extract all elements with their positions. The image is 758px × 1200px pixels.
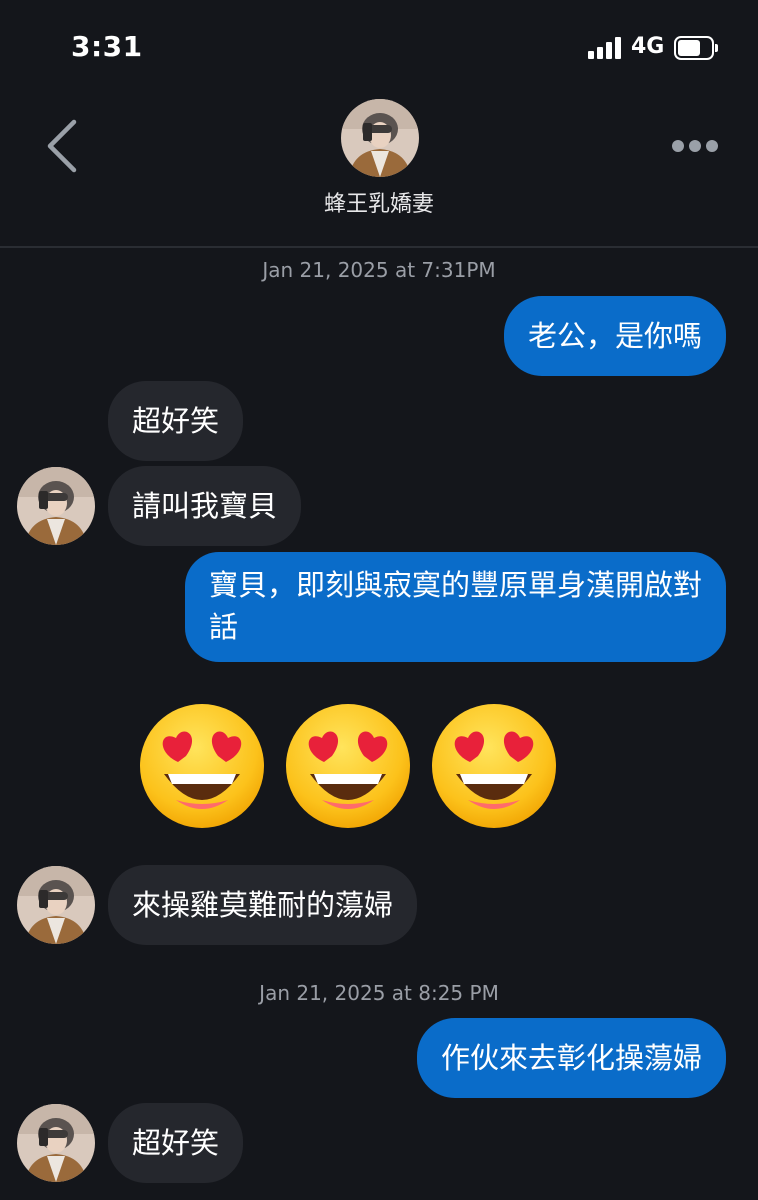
avatar[interactable]: [17, 467, 95, 545]
outgoing-message[interactable]: 寶貝，即刻與寂寞的豐原單身漢開啟對話: [185, 552, 726, 662]
heart-eyes-emoji-icon: [432, 704, 556, 828]
more-dots-icon[interactable]: [670, 136, 720, 156]
header-divider: [0, 246, 758, 248]
avatar[interactable]: [17, 1104, 95, 1182]
heart-eyes-emoji-icon: [286, 704, 410, 828]
incoming-message[interactable]: 來操雞莫難耐的蕩婦: [108, 865, 418, 945]
timestamp: Jan 21, 2025 at 7:31PM: [262, 258, 496, 282]
contact-avatar[interactable]: [341, 99, 419, 177]
outgoing-message[interactable]: 作伙來去彰化操蕩婦: [416, 1018, 726, 1098]
avatar[interactable]: [17, 866, 95, 944]
network-label: 4G: [631, 34, 665, 59]
signal-icon: [588, 37, 622, 59]
incoming-message[interactable]: 請叫我寶貝: [108, 466, 302, 546]
battery-icon: [674, 36, 718, 60]
incoming-message[interactable]: 超好笑: [108, 381, 244, 461]
outgoing-message[interactable]: 老公，是你嗎: [503, 296, 726, 376]
timestamp: Jan 21, 2025 at 8:25 PM: [259, 981, 499, 1005]
contact-name[interactable]: 蜂王乳嬌妻: [279, 186, 479, 218]
chat-screen: 3:31 4G 蜂王乳嬌妻 Jan 21, 2025 at 7:31PM 老公，…: [0, 0, 758, 1200]
back-chevron-icon[interactable]: [40, 118, 84, 174]
incoming-message[interactable]: 超好笑: [108, 1103, 244, 1183]
heart-eyes-emoji-icon: [140, 704, 264, 828]
status-time: 3:31: [71, 30, 143, 63]
